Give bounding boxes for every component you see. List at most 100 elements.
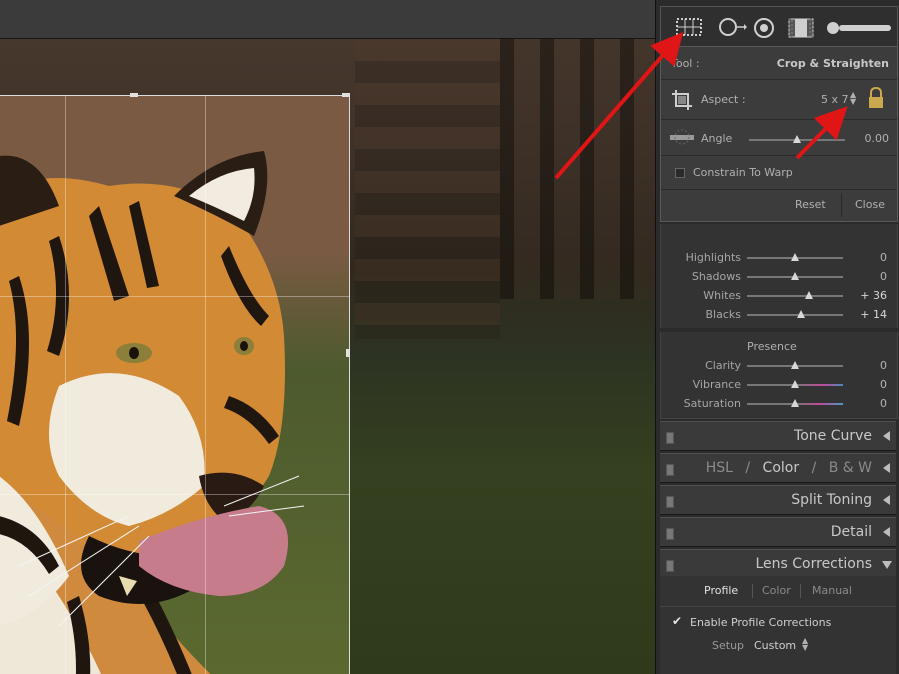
setup-dropdown[interactable]: Custom xyxy=(754,639,796,652)
highlights-slider-thumb[interactable] xyxy=(791,253,799,261)
expand-arrow-icon[interactable] xyxy=(883,431,890,441)
highlights-label: Highlights xyxy=(685,251,741,264)
tool-strip xyxy=(660,6,898,48)
whites-label: Whites xyxy=(703,289,741,302)
crop-grid-line xyxy=(0,296,349,297)
updown-icon: ▲ ▼ xyxy=(850,90,857,106)
slash-separator: / xyxy=(811,460,817,476)
tool-name: Crop & Straighten xyxy=(776,57,889,70)
angle-slider-thumb[interactable] xyxy=(793,135,801,143)
vibrance-label: Vibrance xyxy=(692,378,741,391)
angle-value[interactable]: 0.00 xyxy=(865,132,890,145)
blacks-value[interactable]: + 14 xyxy=(857,308,887,321)
collapse-arrow-icon[interactable] xyxy=(882,561,892,569)
tab-profile[interactable]: Profile xyxy=(704,584,738,597)
panel-switch[interactable] xyxy=(666,528,674,540)
basic-tone-section: Highlights 0 Shadows 0 Whites + 36 Black… xyxy=(660,224,898,328)
crop-overlay[interactable] xyxy=(0,95,350,674)
clarity-value[interactable]: 0 xyxy=(857,359,887,372)
close-button[interactable]: Close xyxy=(855,198,885,211)
lens-corrections-title: Lens Corrections xyxy=(755,556,872,572)
divider xyxy=(841,193,842,217)
red-eye-icon[interactable] xyxy=(753,17,775,39)
divider xyxy=(661,189,897,190)
graduated-filter-icon[interactable] xyxy=(787,17,815,39)
blacks-slider[interactable] xyxy=(747,314,843,316)
crop-handle-top[interactable] xyxy=(130,93,138,97)
crop-frame-tool-icon[interactable] xyxy=(671,89,693,111)
crop-handle-right[interactable] xyxy=(346,349,350,357)
shadows-slider-thumb[interactable] xyxy=(791,272,799,280)
photo-canvas[interactable] xyxy=(0,39,655,674)
aspect-dropdown[interactable]: 5 x 7 xyxy=(821,93,849,106)
divider xyxy=(800,584,801,598)
tone-curve-title: Tone Curve xyxy=(794,428,872,444)
spot-removal-icon[interactable] xyxy=(717,17,747,37)
clarity-label: Clarity xyxy=(705,359,741,372)
vibrance-slider-thumb[interactable] xyxy=(791,380,799,388)
saturation-slider-thumb[interactable] xyxy=(791,399,799,407)
blacks-label: Blacks xyxy=(705,308,742,321)
shadows-label: Shadows xyxy=(691,270,741,283)
tab-color[interactable]: Color xyxy=(762,584,791,597)
hsl-header[interactable]: HSL / Color / B & W xyxy=(660,453,896,483)
crop-handle-top-right[interactable] xyxy=(342,93,350,97)
divider xyxy=(661,79,897,80)
tiger-photo xyxy=(0,151,305,674)
slash-separator: / xyxy=(745,460,751,476)
panel-switch[interactable] xyxy=(666,496,674,508)
whites-slider-thumb[interactable] xyxy=(805,291,814,299)
background-fence xyxy=(500,39,655,299)
expand-arrow-icon[interactable] xyxy=(883,495,890,505)
lock-icon[interactable] xyxy=(867,87,885,109)
whites-slider[interactable] xyxy=(747,295,843,297)
divider xyxy=(661,155,897,156)
tool-label: Tool : xyxy=(671,57,700,70)
crop-straighten-panel: Tool : Crop & Straighten Aspect : 5 x 7 … xyxy=(660,46,898,222)
constrain-checkbox[interactable] xyxy=(675,168,685,178)
crop-grid-line xyxy=(65,96,66,674)
expand-arrow-icon[interactable] xyxy=(883,527,890,537)
develop-right-panel: Tool : Crop & Straighten Aspect : 5 x 7 … xyxy=(655,0,899,674)
panel-switch[interactable] xyxy=(666,560,674,572)
shadows-value[interactable]: 0 xyxy=(857,270,887,283)
blacks-slider-thumb[interactable] xyxy=(796,310,805,318)
tab-manual[interactable]: Manual xyxy=(812,584,852,597)
saturation-value[interactable]: 0 xyxy=(857,397,887,410)
color-tab[interactable]: Color xyxy=(763,460,800,476)
enable-profile-label: Enable Profile Corrections xyxy=(690,616,832,629)
detail-title: Detail xyxy=(830,524,872,540)
presence-title: Presence xyxy=(747,340,797,353)
panel-switch[interactable] xyxy=(666,432,674,444)
divider xyxy=(661,119,897,120)
lens-corrections-header[interactable]: Lens Corrections xyxy=(660,549,896,579)
hsl-tab[interactable]: HSL xyxy=(706,460,733,476)
split-toning-title: Split Toning xyxy=(791,492,872,508)
presence-section: Presence Clarity 0 Vibrance 0 Saturation… xyxy=(660,332,898,419)
split-toning-header[interactable]: Split Toning xyxy=(660,485,896,515)
panel-switch[interactable] xyxy=(666,464,674,476)
lens-corrections-body: Profile Color Manual ✔ Enable Profile Co… xyxy=(660,576,896,674)
updown-icon: ▲ ▼ xyxy=(802,636,809,652)
divider xyxy=(752,584,753,598)
straighten-tool-icon[interactable] xyxy=(669,129,695,145)
checkmark-icon[interactable]: ✔ xyxy=(672,614,682,628)
whites-value[interactable]: + 36 xyxy=(857,289,887,302)
hsl-title-group: HSL / Color / B & W xyxy=(706,460,872,476)
detail-header[interactable]: Detail xyxy=(660,517,896,547)
bw-tab[interactable]: B & W xyxy=(829,460,872,476)
tone-curve-header[interactable]: Tone Curve xyxy=(660,421,896,451)
adjustment-brush-icon[interactable] xyxy=(825,19,893,37)
top-toolbar xyxy=(0,0,655,39)
saturation-label: Saturation xyxy=(683,397,741,410)
expand-arrow-icon[interactable] xyxy=(883,463,890,473)
highlights-value[interactable]: 0 xyxy=(857,251,887,264)
divider xyxy=(660,606,896,607)
clarity-slider-thumb[interactable] xyxy=(791,361,799,369)
vibrance-value[interactable]: 0 xyxy=(857,378,887,391)
reset-button[interactable]: Reset xyxy=(795,198,826,211)
background-wall xyxy=(355,39,500,339)
setup-label: Setup xyxy=(712,639,745,652)
crop-overlay-icon[interactable] xyxy=(675,17,703,37)
crop-grid-line xyxy=(205,96,206,674)
